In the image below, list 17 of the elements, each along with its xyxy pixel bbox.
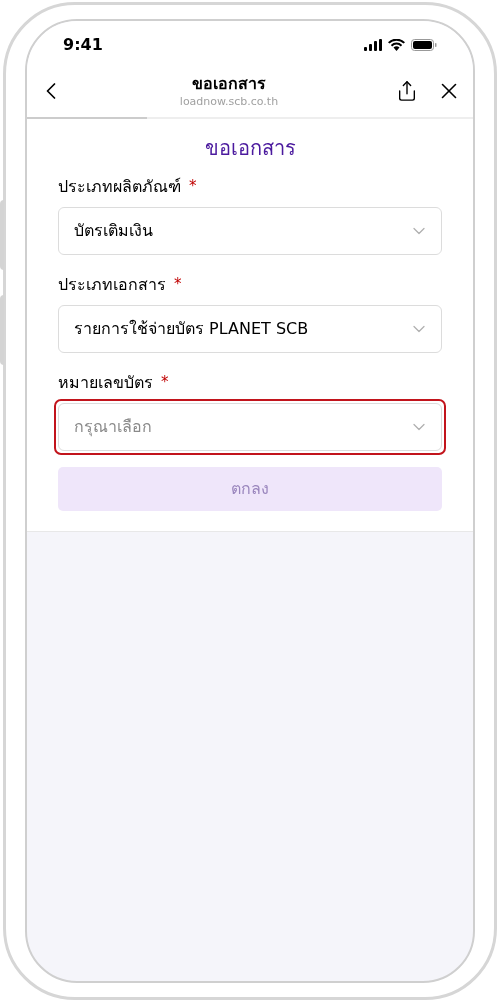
required-mark: * [161, 372, 169, 393]
select-field[interactable]: กรุณาเลือก [58, 403, 442, 451]
page-url: loadnow.scb.co.th [179, 95, 279, 109]
required-mark: * [174, 274, 182, 295]
required-mark: * [189, 176, 197, 197]
page-title: ขอเอกสาร [192, 73, 266, 95]
form-heading: ขอเอกสาร [204, 135, 296, 162]
select-field[interactable]: บัตรเติมเงิน [58, 207, 442, 255]
status-time: 9:41 [63, 34, 103, 56]
share-icon [396, 80, 418, 102]
signal-icon [364, 39, 382, 51]
field-label: หมายเลขบัตร [58, 372, 153, 394]
select-field[interactable]: รายการใช้จ่ายบัตร PLANET SCB [58, 305, 442, 353]
field-label: ประเภทผลิตภัณฑ์ [58, 176, 181, 198]
field-label: ประเภทเอกสาร [58, 274, 166, 296]
battery-icon [411, 39, 437, 51]
wifi-icon [388, 39, 405, 51]
